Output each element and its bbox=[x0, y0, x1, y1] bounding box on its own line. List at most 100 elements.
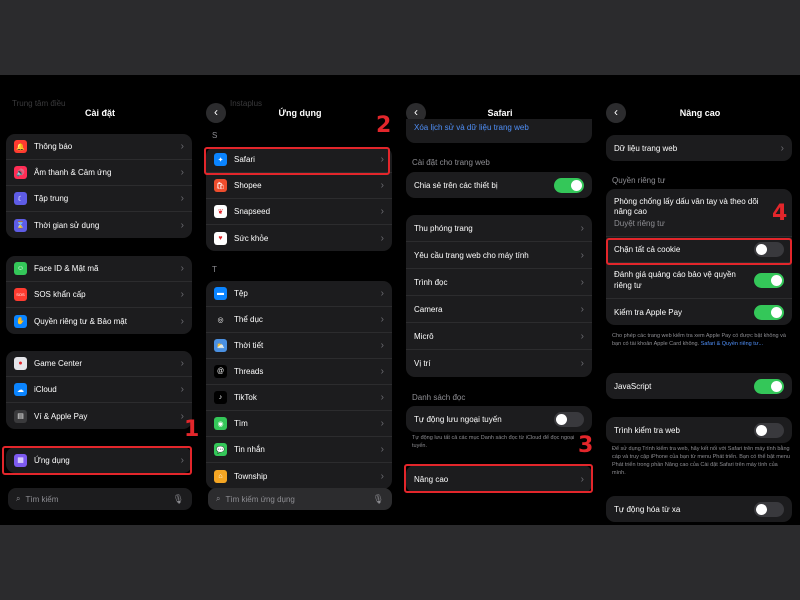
microphone-icon[interactable]: 🎙 bbox=[373, 494, 384, 505]
list-item-label: Vị trí bbox=[414, 359, 431, 368]
game-center-icon: ● bbox=[14, 357, 27, 370]
chevron-right-icon: › bbox=[380, 418, 384, 429]
reading-list-group: Tự động lưu ngoại tuyến bbox=[406, 406, 592, 432]
settings-group-2: ☺ Face ID & Mật mã › SOS SOS khẩn cấp › ✋ Quyền… bbox=[6, 256, 192, 334]
microphone-icon[interactable]: 🎙 bbox=[173, 494, 184, 505]
reading-list-note: Tự động lưu tất cả các mục Danh sách đọc… bbox=[412, 435, 575, 449]
list-item-label: Trình đọc bbox=[414, 277, 448, 287]
find-my-icon: ◉ bbox=[214, 417, 227, 430]
list-item-label: Tìm bbox=[234, 419, 248, 428]
chevron-right-icon: › bbox=[180, 263, 184, 274]
list-item[interactable]: Micrô › bbox=[406, 323, 592, 350]
moon-icon: ☾ bbox=[14, 192, 27, 205]
web-inspector-label: Trình kiểm tra web bbox=[614, 425, 680, 435]
search-icon: ⌕ bbox=[16, 494, 21, 503]
section-header-reading: Danh sách đọc bbox=[412, 393, 466, 402]
list-item-label: Game Center bbox=[34, 359, 83, 368]
list-item[interactable]: ⛅ Thời tiết › bbox=[206, 333, 392, 359]
apps-screen: Instaplus ‹ Ứng dụng S ✦ Safari › 🛍 Shopee › ❦… bbox=[202, 75, 398, 525]
list-item[interactable]: Vị trí › bbox=[406, 350, 592, 377]
chevron-right-icon: › bbox=[380, 392, 384, 403]
weather-icon: ⛅ bbox=[214, 339, 227, 352]
chevron-right-icon: › bbox=[580, 222, 584, 234]
hand-icon: ✋ bbox=[14, 314, 27, 328]
apple-pay-privacy-link[interactable]: Safari & Quyền riêng tư... bbox=[701, 341, 763, 347]
list-item[interactable]: SOS SOS khẩn cấp › bbox=[6, 282, 192, 308]
chevron-right-icon: › bbox=[380, 470, 384, 482]
list-item-label: Thời gian sử dụng bbox=[34, 220, 100, 230]
list-item[interactable]: ☺ Face ID & Mật mã › bbox=[6, 256, 192, 282]
chevron-right-icon: › bbox=[180, 289, 184, 300]
page-title: Safari bbox=[487, 108, 513, 118]
list-item[interactable]: Camera › bbox=[406, 296, 592, 323]
list-item[interactable]: Thu phóng trang › bbox=[406, 215, 592, 242]
list-item[interactable]: ◎ Thể dục › bbox=[206, 307, 392, 333]
list-item[interactable]: ❦ Snapseed › bbox=[206, 199, 392, 225]
remote-automation-toggle[interactable] bbox=[754, 501, 784, 517]
clear-history-link[interactable]: Xóa lịch sử và dữ liệu trang web bbox=[406, 119, 592, 143]
list-item[interactable]: ⌂ Township › bbox=[206, 463, 392, 489]
search-field[interactable]: ⌕ Tìm kiếm 🎙 bbox=[8, 488, 192, 510]
web-inspector-note: Để sử dụng Trình kiểm tra web, hãy kết n… bbox=[612, 446, 790, 476]
list-item[interactable]: ✋ Quyền riêng tư & Bảo mật › bbox=[6, 308, 192, 334]
list-item-label: Thông báo bbox=[34, 142, 73, 151]
list-item[interactable]: ▬ Tệp › bbox=[206, 281, 392, 307]
share-devices-group: Chia sẻ trên các thiết bị bbox=[406, 172, 592, 198]
javascript-row: JavaScript bbox=[606, 373, 792, 399]
highlight-box-block-cookies bbox=[606, 238, 792, 265]
list-item[interactable]: 🔔 Thông báo › bbox=[6, 134, 192, 160]
clear-history-group: Xóa lịch sử và dữ liệu trang web bbox=[406, 119, 592, 143]
search-placeholder: Tìm kiếm ứng dụng bbox=[225, 494, 295, 504]
list-item[interactable]: ● Game Center › bbox=[6, 351, 192, 377]
remote-automation-group: Tự động hóa từ xa bbox=[606, 496, 792, 522]
apple-pay-note: Cho phép các trang web kiểm tra xem Appl… bbox=[612, 333, 790, 349]
list-item-label: TikTok bbox=[234, 393, 257, 402]
chevron-right-icon: › bbox=[180, 219, 184, 231]
fingerprint-row[interactable]: Phòng chống lấy dấu vân tay và theo dõi … bbox=[606, 189, 792, 237]
javascript-label: JavaScript bbox=[614, 381, 652, 391]
list-item[interactable]: 🔊 Âm thanh & Cảm ứng › bbox=[6, 160, 192, 186]
list-item-label: iCloud bbox=[34, 385, 57, 394]
list-item[interactable]: Yêu cầu trang web cho máy tính › bbox=[406, 242, 592, 269]
list-item[interactable]: ♥ Sức khỏe › bbox=[206, 225, 392, 251]
web-inspector-toggle[interactable] bbox=[754, 422, 784, 438]
list-item-label: Thời tiết bbox=[234, 341, 264, 350]
highlight-box-safari bbox=[204, 147, 390, 175]
list-item[interactable]: ☾ Tập trung › bbox=[6, 186, 192, 212]
section-header-privacy: Quyền riêng tư bbox=[612, 176, 666, 185]
fitness-icon: ◎ bbox=[214, 313, 227, 326]
privacy-ads-toggle[interactable] bbox=[754, 273, 784, 288]
list-item[interactable]: 💬 Tin nhắn › bbox=[206, 437, 392, 463]
bottom-band bbox=[0, 525, 800, 600]
chevron-right-icon: › bbox=[180, 315, 184, 327]
javascript-toggle[interactable] bbox=[754, 378, 784, 394]
website-data-row[interactable]: Dữ liệu trang web › bbox=[606, 135, 792, 161]
list-item[interactable]: ☁ iCloud › bbox=[6, 377, 192, 403]
chevron-right-icon: › bbox=[580, 358, 584, 369]
chevron-right-icon: › bbox=[580, 330, 584, 342]
app-search-field[interactable]: ⌕ Tìm kiếm ứng dụng 🎙 bbox=[208, 488, 392, 510]
list-item[interactable]: ♪ TikTok › bbox=[206, 385, 392, 411]
list-item[interactable]: 🛍 Shopee › bbox=[206, 173, 392, 199]
check-apple-pay-toggle[interactable] bbox=[754, 304, 784, 320]
section-header-web: Cài đặt cho trang web bbox=[412, 158, 490, 167]
list-item[interactable]: Trình đọc › bbox=[406, 269, 592, 296]
list-item-label: Quyền riêng tư & Bảo mật bbox=[34, 316, 127, 326]
list-item-label: SOS khẩn cấp bbox=[34, 290, 86, 299]
chevron-right-icon: › bbox=[380, 288, 384, 299]
list-item[interactable]: @ Threads › bbox=[206, 359, 392, 385]
share-devices-toggle[interactable] bbox=[554, 177, 584, 193]
list-item-label: Ví & Apple Pay bbox=[34, 411, 88, 421]
list-item[interactable]: ◉ Tìm › bbox=[206, 411, 392, 437]
list-item[interactable]: ▤ Ví & Apple Pay › bbox=[6, 403, 192, 429]
faceid-icon: ☺ bbox=[14, 262, 27, 275]
chevron-right-icon: › bbox=[180, 193, 184, 204]
remote-automation-label: Tự động hóa từ xa bbox=[614, 504, 681, 514]
list-item[interactable]: ⌛ Thời gian sử dụng › bbox=[6, 212, 192, 238]
auto-offline-toggle[interactable] bbox=[554, 411, 584, 427]
fingerprint-value: Duyệt riêng tư bbox=[614, 219, 665, 229]
hourglass-icon: ⌛ bbox=[14, 218, 27, 232]
faded-row: Instaplus bbox=[230, 99, 263, 108]
list-item-label: Camera bbox=[414, 304, 443, 314]
snapseed-icon: ❦ bbox=[214, 205, 227, 218]
